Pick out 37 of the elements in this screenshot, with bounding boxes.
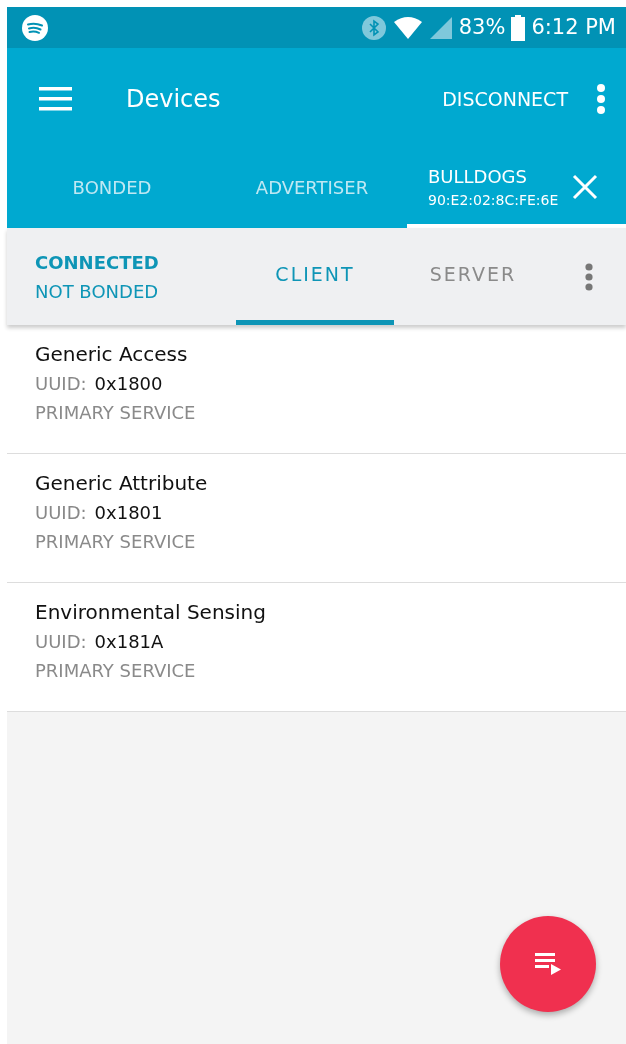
- signal-icon: [428, 15, 453, 40]
- overflow-menu-button[interactable]: [585, 262, 593, 291]
- device-tab[interactable]: ADVERTISER: [217, 150, 407, 228]
- wifi-icon: [392, 15, 423, 40]
- connection-status: CONNECTED: [35, 250, 160, 275]
- menu-button[interactable]: [39, 86, 72, 112]
- uuid-value: 0x1801: [94, 501, 163, 525]
- role-tab[interactable]: SERVER: [394, 228, 552, 325]
- service-name: Generic Access: [35, 341, 189, 368]
- overflow-menu-button[interactable]: [596, 84, 606, 114]
- service-type: PRIMARY SERVICE: [35, 530, 197, 554]
- menu-icon: [39, 87, 72, 112]
- playlist-play-icon: [535, 953, 561, 975]
- service-item[interactable]: Environmental Sensing UUID: 0x181A PRIMARY SERVICE: [7, 583, 626, 712]
- service-type: PRIMARY SERVICE: [35, 401, 197, 425]
- uuid-label: UUID:: [35, 630, 87, 654]
- battery-icon: [511, 14, 526, 41]
- more-icon: [596, 84, 606, 114]
- bond-status: NOT BONDED: [35, 279, 160, 304]
- service-item[interactable]: Generic Access UUID: 0x1800 PRIMARY SERVICE: [7, 325, 626, 454]
- bluetooth-icon: [360, 14, 387, 41]
- service-item[interactable]: Generic Attribute UUID: 0x1801 PRIMARY SERVICE: [7, 454, 626, 583]
- disconnect-button[interactable]: DISCONNECT: [442, 84, 568, 114]
- service-name: Environmental Sensing: [35, 599, 267, 626]
- battery-percentage: 83%: [458, 13, 506, 41]
- clock: 6:12 PM: [531, 13, 616, 41]
- uuid-value: 0x1800: [94, 372, 163, 396]
- uuid-label: UUID:: [35, 501, 87, 525]
- service-type: PRIMARY SERVICE: [35, 659, 197, 683]
- more-icon: [585, 262, 593, 291]
- service-name: Generic Attribute: [35, 470, 209, 497]
- uuid-value: 0x181A: [94, 630, 164, 654]
- uuid-label: UUID:: [35, 372, 87, 396]
- close-icon: [572, 174, 599, 200]
- music-app-icon: [21, 13, 49, 42]
- device-tab[interactable]: BONDED: [7, 150, 217, 228]
- toolbar-title: Devices: [126, 84, 222, 115]
